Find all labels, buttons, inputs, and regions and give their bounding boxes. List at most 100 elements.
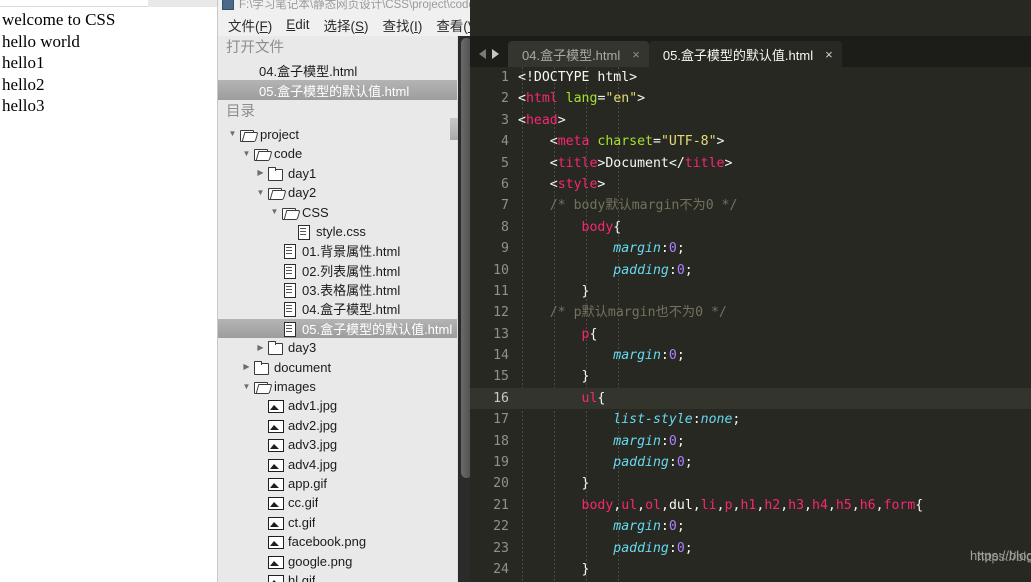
tree-item[interactable]: ▶ hl.gif: [218, 571, 457, 582]
tree-item[interactable]: ▶ 01.背景属性.html: [218, 241, 457, 260]
code-line[interactable]: 7 /* body默认margin不为0 */: [470, 195, 1031, 216]
folders-heading: 目录: [226, 103, 255, 120]
browser-vertical-scrollbar[interactable]: [211, 7, 217, 582]
tab-prev-arrow-icon[interactable]: [479, 49, 486, 59]
tree-item[interactable]: ▶ adv4.jpg: [218, 454, 457, 473]
code-line[interactable]: 20 }: [470, 473, 1031, 494]
close-icon[interactable]: ×: [632, 48, 640, 61]
chevron-placeholder-icon: ▶: [254, 441, 267, 449]
tree-item[interactable]: ▶ facebook.png: [218, 532, 457, 551]
file-icon: [281, 244, 297, 260]
open-file-item[interactable]: ▶ 04.盒子模型.html: [218, 61, 457, 80]
line-number: 1: [501, 70, 509, 85]
tree-item[interactable]: ▶ document: [218, 357, 457, 376]
code-line[interactable]: 22 margin:0;: [470, 516, 1031, 537]
code-line[interactable]: 16 ul{: [470, 387, 1031, 410]
tree-item[interactable]: ▶ adv1.jpg: [218, 396, 457, 415]
code-line[interactable]: 8 body{: [470, 217, 1031, 238]
chevron-down-icon[interactable]: ▼: [226, 130, 239, 138]
code-line[interactable]: 15 }: [470, 366, 1031, 387]
tree-item[interactable]: ▶ style.css: [218, 222, 457, 241]
close-icon[interactable]: ×: [825, 48, 833, 61]
line-number: 21: [493, 497, 509, 513]
chevron-placeholder-icon: ▶: [268, 286, 281, 294]
code-line[interactable]: 1 <!DOCTYPE html>: [470, 67, 1031, 88]
code-line[interactable]: 23 padding:0;: [470, 538, 1031, 559]
code-line[interactable]: 24 }: [470, 559, 1031, 580]
chevron-placeholder-icon: ▶: [254, 499, 267, 507]
editor-tab-0[interactable]: 04.盒子模型.html ×: [508, 41, 649, 67]
menu-item-3[interactable]: 查找(I): [376, 14, 430, 37]
code-line[interactable]: 13 p{: [470, 324, 1031, 345]
line-number: 23: [493, 540, 509, 556]
code-line[interactable]: 5 <title>Document</title>: [470, 153, 1031, 174]
tree-item[interactable]: ▶ ct.gif: [218, 513, 457, 532]
tree-item[interactable]: ▼ CSS: [218, 202, 457, 221]
editor-tab-1[interactable]: 05.盒子模型的默认值.html ×: [648, 41, 842, 67]
code-line[interactable]: 12 /* p默认margin也不为0 */: [470, 302, 1031, 323]
line-number: 6: [501, 176, 509, 192]
image-file-icon: [267, 438, 284, 453]
tree-item-label: project: [260, 126, 300, 142]
line-number: 12: [493, 305, 509, 321]
code-line[interactable]: 18 margin:0;: [470, 431, 1031, 452]
tree-item[interactable]: ▼ day2: [218, 183, 457, 202]
chevron-right-icon[interactable]: ▶: [254, 343, 267, 352]
chevron-down-icon[interactable]: ▼: [268, 208, 281, 216]
tree-item[interactable]: ▶ 04.盒子模型.html: [218, 299, 457, 318]
chevron-down-icon[interactable]: ▼: [240, 149, 253, 158]
code-line[interactable]: 6 <style>: [470, 174, 1031, 195]
tree-item[interactable]: ▼ images: [218, 377, 457, 396]
code-line-text: ul{: [581, 390, 606, 406]
tree-item-label: 02.列表属性.html: [302, 263, 401, 279]
menu-item-0[interactable]: 文件(F): [221, 14, 279, 37]
code-line-text: padding:0;: [613, 262, 693, 278]
tree-item[interactable]: ▶ cc.gif: [218, 493, 457, 512]
image-file-icon: [267, 399, 284, 414]
chevron-right-icon[interactable]: ▶: [254, 169, 267, 177]
line-number: 15: [493, 369, 509, 385]
code-line[interactable]: 11 }: [470, 281, 1031, 302]
code-line[interactable]: 14 margin:0;: [470, 345, 1031, 366]
chevron-down-icon[interactable]: ▼: [240, 382, 253, 391]
tree-item[interactable]: ▼ code: [218, 144, 457, 163]
chevron-right-icon[interactable]: ▶: [240, 363, 253, 371]
open-file-item[interactable]: ▶ 05.盒子模型的默认值.html: [218, 80, 457, 100]
code-line-text: padding:0;: [613, 455, 693, 471]
code-line[interactable]: 19 padding:0;: [470, 452, 1031, 473]
tree-item[interactable]: ▶ 03.表格属性.html: [218, 280, 457, 299]
code-line[interactable]: 21 body,ul,ol,dul,li,p,h1,h2,h3,h4,h5,h6…: [470, 495, 1031, 516]
tree-item[interactable]: ▶ day3: [218, 338, 457, 357]
code-line[interactable]: 3 <head>: [470, 110, 1031, 131]
tree-item[interactable]: ▶ adv2.jpg: [218, 416, 457, 435]
folder-open-icon: [267, 186, 283, 201]
tree-item[interactable]: ▶ google.png: [218, 551, 457, 570]
code-line[interactable]: 17 list-style:none;: [470, 409, 1031, 430]
tree-item-label: adv2.jpg: [288, 417, 338, 433]
line-number: 10: [493, 262, 509, 278]
code-line[interactable]: 2 <html lang="en">: [470, 88, 1031, 109]
code-line-text: }: [518, 369, 590, 385]
code-line-text: margin:0;: [613, 241, 685, 257]
tree-item-label: 04.盒子模型.html: [302, 302, 401, 318]
menu-item-2[interactable]: 选择(S): [317, 14, 376, 37]
tree-item[interactable]: ▶ app.gif: [218, 474, 457, 493]
tree-item[interactable]: ▶ day1: [218, 164, 457, 183]
chevron-down-icon[interactable]: ▼: [254, 188, 267, 197]
tree-item[interactable]: ▶ adv3.jpg: [218, 435, 457, 454]
code-line[interactable]: 10 padding:0;: [470, 260, 1031, 281]
code-line-text: margin:0;: [613, 519, 685, 535]
code-line[interactable]: 4 <meta charset="UTF-8">: [470, 131, 1031, 152]
file-icon: [295, 224, 311, 240]
line-number: 24: [493, 561, 509, 577]
tree-item-label: day1: [288, 165, 317, 181]
code-line[interactable]: 9 margin:0;: [470, 238, 1031, 259]
tree-item[interactable]: ▶ 05.盒子模型的默认值.html: [218, 318, 457, 339]
code-editor-content[interactable]: 1 <!DOCTYPE html> 2 <html lang="en"> 3 <head>…: [470, 67, 1031, 582]
tab-next-arrow-icon[interactable]: [492, 49, 499, 59]
folder-icon: [253, 360, 269, 375]
tree-item[interactable]: ▶ 02.列表属性.html: [218, 261, 457, 280]
menu-item-1[interactable]: Edit: [279, 16, 316, 34]
image-file-icon: [267, 555, 284, 569]
tree-item[interactable]: ▼ project: [218, 125, 457, 144]
